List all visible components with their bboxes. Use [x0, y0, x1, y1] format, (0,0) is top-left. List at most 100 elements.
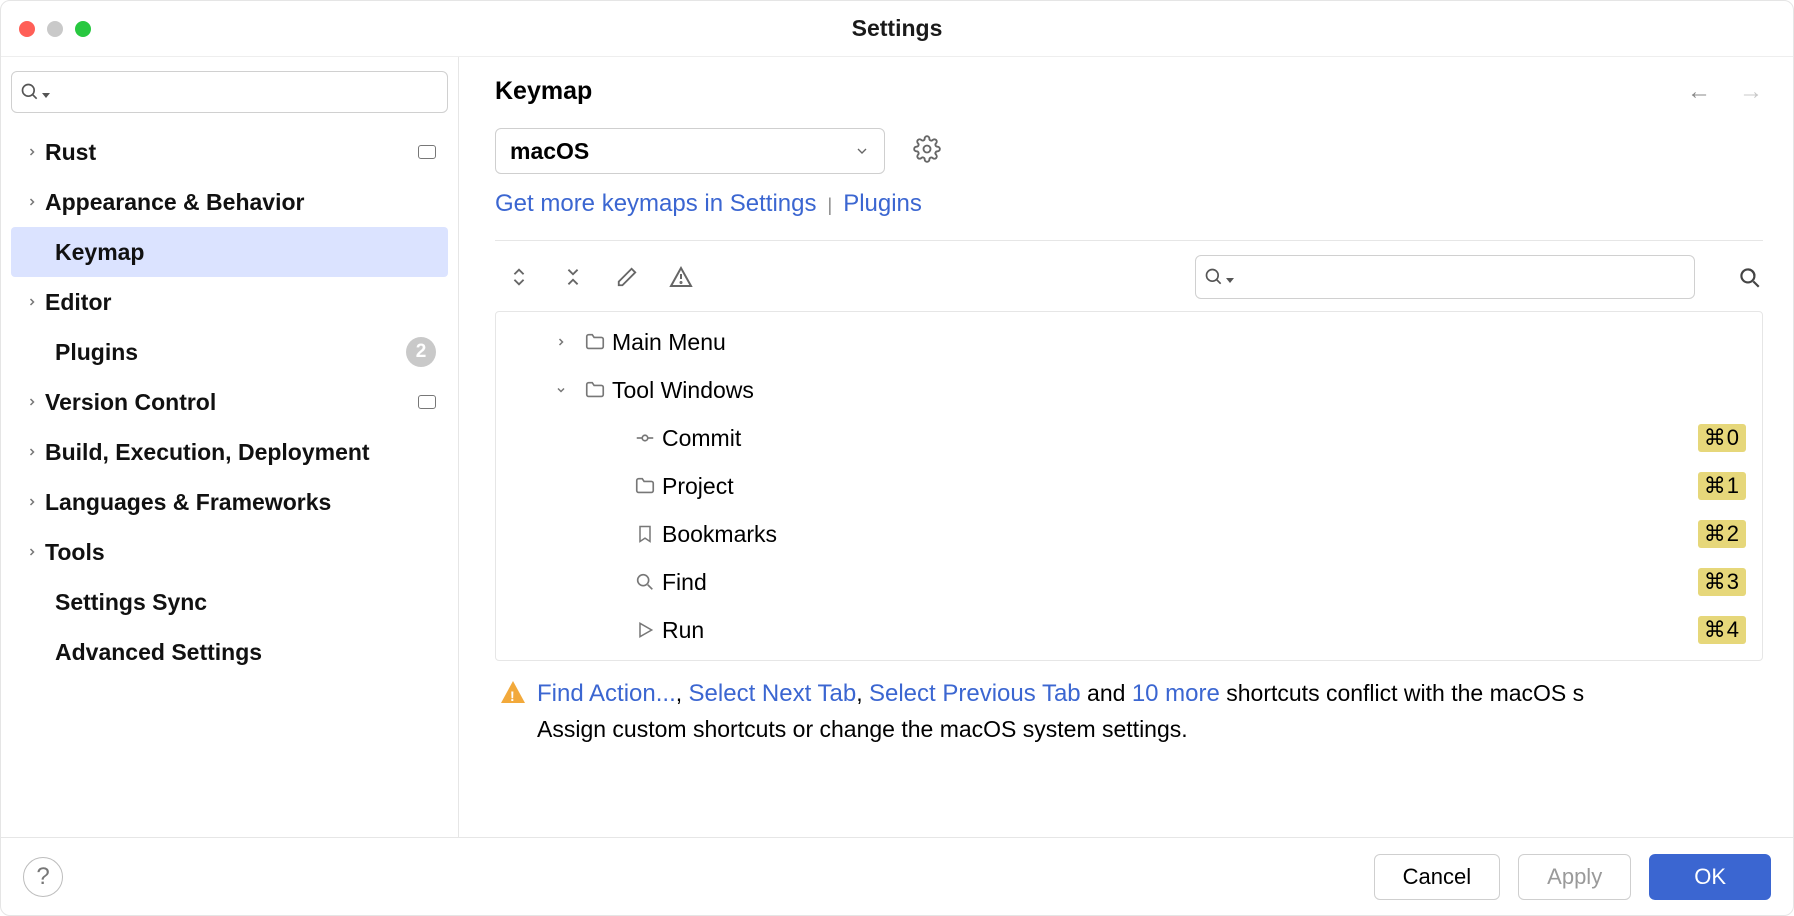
conflict-warning-text: Find Action..., Select Next Tab, Select …: [537, 675, 1584, 748]
minimize-window-icon[interactable]: [47, 21, 63, 37]
conflicts-warning-icon[interactable]: [667, 263, 695, 291]
sidebar-item-tools[interactable]: Tools: [11, 527, 448, 577]
run-icon: [628, 620, 662, 640]
search-history-chevron-icon[interactable]: [1226, 278, 1234, 283]
pane-header: Keymap ← →: [495, 77, 1763, 106]
shortcut-badge: ⌘1: [1698, 472, 1746, 500]
tree-row-label: Commit: [662, 425, 1698, 452]
collapse-all-icon[interactable]: [559, 263, 587, 291]
sidebar-item-label: Advanced Settings: [55, 639, 262, 666]
search-icon: [20, 82, 40, 102]
settings-search-input[interactable]: [56, 81, 439, 104]
shortcut-badge: ⌘4: [1698, 616, 1746, 644]
shortcut-badge: ⌘0: [1698, 424, 1746, 452]
history-nav: ← →: [1687, 78, 1763, 106]
titlebar: Settings: [1, 1, 1793, 57]
keymap-search[interactable]: [1195, 255, 1695, 299]
sidebar-item-rust[interactable]: Rust: [11, 127, 448, 177]
sidebar-item-languages-frameworks[interactable]: Languages & Frameworks: [11, 477, 448, 527]
shortcut-badge: ⌘2: [1698, 520, 1746, 548]
search-icon: [1204, 267, 1224, 287]
tree-action[interactable]: Run⌘4: [496, 606, 1762, 654]
chevron-right-icon: [19, 446, 45, 458]
sidebar-item-advanced-settings[interactable]: Advanced Settings: [11, 627, 448, 677]
sidebar-item-keymap[interactable]: Keymap: [11, 227, 448, 277]
expand-all-icon[interactable]: [505, 263, 533, 291]
link-divider: |: [827, 195, 832, 215]
chevron-right-icon: [19, 296, 45, 308]
zoom-window-icon[interactable]: [75, 21, 91, 37]
sidebar-item-label: Version Control: [45, 389, 216, 416]
settings-search[interactable]: [11, 71, 448, 113]
tree-action[interactable]: Bookmarks⌘2: [496, 510, 1762, 558]
conflict-link-prev-tab[interactable]: Select Previous Tab: [869, 680, 1081, 707]
conflict-link-more[interactable]: 10 more: [1132, 680, 1220, 707]
sidebar: Rust Appearance & Behavior Keymap Editor Plu…: [1, 57, 459, 837]
keymap-scheme-select[interactable]: macOS: [495, 128, 885, 174]
sidebar-item-label: Appearance & Behavior: [45, 189, 304, 216]
bookmark-icon: [628, 523, 662, 545]
sidebar-item-label: Build, Execution, Deployment: [45, 439, 370, 466]
warning-triangle-icon: [501, 681, 525, 703]
tree-row-label: Bookmarks: [662, 521, 1698, 548]
sidebar-item-settings-sync[interactable]: Settings Sync: [11, 577, 448, 627]
folder-icon: [628, 475, 662, 497]
tree-row-label: Tool Windows: [612, 377, 1746, 404]
commit-icon: [628, 427, 662, 449]
sidebar-item-label: Keymap: [55, 239, 144, 266]
plugins-link[interactable]: Plugins: [843, 190, 922, 217]
get-more-keymaps-row: Get more keymaps in Settings | Plugins: [495, 190, 1763, 218]
find-by-shortcut-icon[interactable]: [1735, 263, 1763, 291]
window-title: Settings: [1, 15, 1793, 42]
sidebar-item-label: Tools: [45, 539, 105, 566]
back-icon[interactable]: ←: [1687, 78, 1711, 106]
scheme-actions-gear-icon[interactable]: [913, 135, 941, 168]
search-history-chevron-icon[interactable]: [42, 93, 50, 98]
sidebar-item-label: Settings Sync: [55, 589, 207, 616]
conflict-link-next-tab[interactable]: Select Next Tab: [689, 680, 857, 707]
sidebar-item-version-control[interactable]: Version Control: [11, 377, 448, 427]
get-more-keymaps-link[interactable]: Get more keymaps in Settings: [495, 190, 816, 217]
tree-folder[interactable]: Main Menu: [496, 318, 1762, 366]
tree-action[interactable]: Commit⌘0: [496, 414, 1762, 462]
keymap-toolbar: [495, 240, 1763, 311]
tree-row-label: Main Menu: [612, 329, 1746, 356]
tree-action[interactable]: Find⌘3: [496, 558, 1762, 606]
forward-icon[interactable]: →: [1739, 78, 1763, 106]
search-icon: [628, 571, 662, 593]
traffic-lights: [19, 21, 91, 37]
project-level-icon: [418, 395, 436, 409]
tree-action[interactable]: Project⌘1: [496, 462, 1762, 510]
chevron-right-icon: [19, 396, 45, 408]
chevron-right-icon: [19, 196, 45, 208]
apply-button[interactable]: Apply: [1518, 854, 1631, 900]
conflict-warning: Find Action..., Select Next Tab, Select …: [495, 661, 1763, 748]
settings-tree: Rust Appearance & Behavior Keymap Editor Plu…: [11, 127, 448, 677]
cancel-button[interactable]: Cancel: [1374, 854, 1500, 900]
edit-shortcut-icon[interactable]: [613, 263, 641, 291]
sidebar-item-editor[interactable]: Editor: [11, 277, 448, 327]
tree-folder[interactable]: Tool Windows: [496, 366, 1762, 414]
folder-icon: [578, 331, 612, 353]
sidebar-item-build-execution-deployment[interactable]: Build, Execution, Deployment: [11, 427, 448, 477]
conflict-warning-line2: Assign custom shortcuts or change the ma…: [537, 716, 1188, 742]
ok-button[interactable]: OK: [1649, 854, 1771, 900]
tree-row-label: Run: [662, 617, 1698, 644]
help-button[interactable]: ?: [23, 857, 63, 897]
chevron-down-icon: [544, 384, 578, 396]
pane-title: Keymap: [495, 77, 592, 106]
keymap-search-input[interactable]: [1240, 266, 1686, 289]
project-level-icon: [418, 145, 436, 159]
shortcut-badge: ⌘3: [1698, 568, 1746, 596]
action-tree[interactable]: Main MenuTool WindowsCommit⌘0Project⌘1Bo…: [495, 311, 1763, 661]
sidebar-item-label: Editor: [45, 289, 111, 316]
content: Rust Appearance & Behavior Keymap Editor Plu…: [1, 57, 1793, 837]
close-window-icon[interactable]: [19, 21, 35, 37]
sidebar-item-plugins[interactable]: Plugins2: [11, 327, 448, 377]
sidebar-item-appearance-behavior[interactable]: Appearance & Behavior: [11, 177, 448, 227]
sidebar-item-label: Rust: [45, 139, 96, 166]
folder-icon: [578, 379, 612, 401]
conflict-link-find-action[interactable]: Find Action...: [537, 680, 676, 707]
scheme-row: macOS: [495, 128, 1763, 174]
chevron-right-icon: [19, 146, 45, 158]
